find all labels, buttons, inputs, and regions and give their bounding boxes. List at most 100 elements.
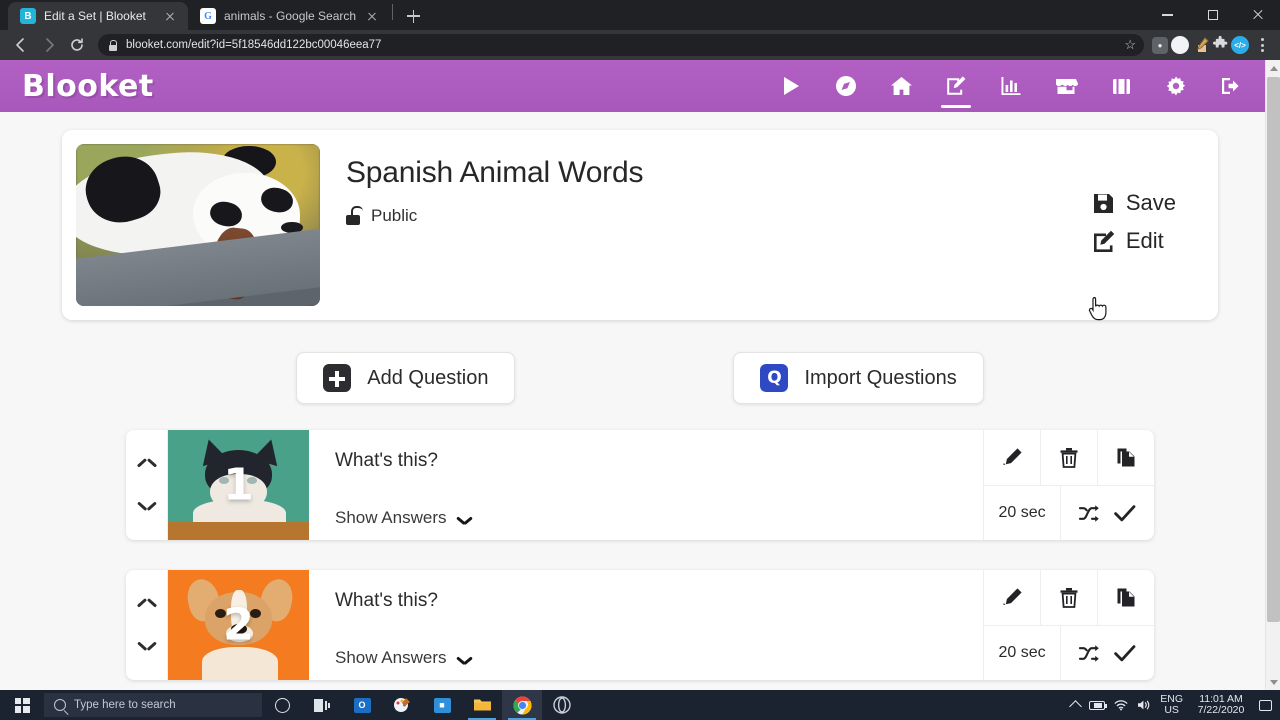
nav-home[interactable] xyxy=(884,64,918,108)
add-question-button[interactable]: Add Question xyxy=(296,352,516,404)
profile-avatar-icon[interactable] xyxy=(1171,36,1189,54)
move-up-icon[interactable] xyxy=(138,462,156,472)
minimize-button[interactable] xyxy=(1145,0,1190,30)
delete-question-button[interactable] xyxy=(1040,570,1097,625)
move-down-icon[interactable] xyxy=(138,498,156,508)
trash-icon xyxy=(1060,448,1078,468)
set-header-card: Spanish Animal Words Public Save Edit xyxy=(62,130,1218,320)
google-favicon-icon: G xyxy=(200,8,216,24)
volume-icon[interactable] xyxy=(1137,699,1151,711)
duplicate-question-button[interactable] xyxy=(1097,570,1154,625)
question-thumbnail-dog[interactable]: 2 xyxy=(168,570,309,680)
chrome-menu-icon[interactable] xyxy=(1252,38,1272,52)
tab-separator xyxy=(392,4,394,20)
question-time[interactable]: 20 sec xyxy=(984,626,1060,680)
puzzle-extension-icon[interactable] xyxy=(1212,35,1228,54)
page-title: Spanish Animal Words xyxy=(346,156,644,189)
taskbar-search[interactable]: Type here to search xyxy=(44,693,262,717)
blooket-logo[interactable]: Blooket xyxy=(22,69,154,104)
back-arrow-icon[interactable] xyxy=(8,32,34,58)
address-bar[interactable]: blooket.com/edit?id=5f18546dd122bc00046e… xyxy=(98,34,1144,56)
nav-settings[interactable] xyxy=(1159,64,1193,108)
show-hidden-icons-icon[interactable] xyxy=(1069,700,1083,713)
file-explorer-button[interactable] xyxy=(462,690,502,720)
close-icon[interactable] xyxy=(364,8,380,24)
edit-question-button[interactable] xyxy=(984,430,1040,485)
tab-strip: B Edit a Set | Blooket G animals - Googl… xyxy=(0,0,1280,30)
duplicate-question-button[interactable] xyxy=(1097,430,1154,485)
notifications-icon[interactable] xyxy=(1259,699,1272,711)
visibility-row: Public xyxy=(346,206,1204,226)
forward-arrow-icon xyxy=(36,32,62,58)
task-view-button[interactable] xyxy=(302,690,342,720)
chrome-button[interactable] xyxy=(502,690,542,720)
nav-stats[interactable] xyxy=(994,64,1028,108)
edit-button[interactable]: Edit xyxy=(1092,228,1176,254)
tab-edit-a-set[interactable]: B Edit a Set | Blooket xyxy=(8,2,188,30)
check-icon xyxy=(1114,644,1136,661)
show-answers-toggle[interactable]: Show Answers xyxy=(335,648,983,668)
reload-icon[interactable] xyxy=(64,32,90,58)
clock[interactable]: 11:01 AM 7/22/2020 xyxy=(1192,692,1250,717)
store-button[interactable]: ■ xyxy=(422,690,462,720)
nav-blooks[interactable] xyxy=(1104,64,1138,108)
scroll-up-icon[interactable] xyxy=(1266,60,1280,76)
question-thumbnail-cat[interactable]: 1 xyxy=(168,430,309,540)
plus-square-icon xyxy=(323,364,352,392)
show-answers-label: Show Answers xyxy=(335,648,447,667)
quizlet-q-icon: Q xyxy=(760,364,789,392)
save-button[interactable]: Save xyxy=(1092,190,1176,216)
move-down-icon[interactable] xyxy=(138,638,156,648)
delete-question-button[interactable] xyxy=(1040,430,1097,485)
cortana-icon xyxy=(274,697,290,713)
tab-animals-google-search[interactable]: G animals - Google Search xyxy=(188,2,390,30)
cortana-button[interactable] xyxy=(262,690,302,720)
question-body: What's this? Show Answers xyxy=(309,430,984,540)
new-tab-button[interactable] xyxy=(399,2,427,30)
page-scrollbar[interactable] xyxy=(1265,60,1280,690)
system-tray: ENG US 11:01 AM 7/22/2020 xyxy=(1069,692,1280,717)
blooket-favicon-icon: B xyxy=(20,8,36,24)
region-code: US xyxy=(1164,704,1179,716)
import-questions-label: Import Questions xyxy=(804,366,957,389)
close-icon[interactable] xyxy=(162,8,178,24)
edit-label: Edit xyxy=(1125,228,1164,253)
language-indicator[interactable]: ENG US xyxy=(1160,693,1183,717)
maximize-button[interactable] xyxy=(1190,0,1235,30)
scrollbar-thumb[interactable] xyxy=(1267,77,1280,622)
scroll-down-icon[interactable] xyxy=(1266,674,1280,690)
show-answers-toggle[interactable]: Show Answers xyxy=(335,508,983,528)
check-icon xyxy=(1114,504,1136,521)
outlook-button[interactable]: O xyxy=(342,690,382,720)
chevron-down-icon xyxy=(457,654,472,663)
set-cover-image[interactable] xyxy=(76,144,320,306)
start-button[interactable] xyxy=(0,690,44,720)
battery-icon[interactable] xyxy=(1089,700,1108,710)
question-time[interactable]: 20 sec xyxy=(984,486,1060,540)
clock-time: 11:01 AM xyxy=(1199,692,1243,705)
lastpass-icon[interactable]: ● xyxy=(1152,36,1168,54)
lock-icon xyxy=(108,39,118,51)
import-questions-button[interactable]: Q Import Questions xyxy=(733,352,984,404)
tab-title: animals - Google Search xyxy=(224,9,357,23)
nav-market[interactable] xyxy=(1049,64,1083,108)
edit-question-button[interactable] xyxy=(984,570,1040,625)
nav-logout[interactable] xyxy=(1214,64,1248,108)
tab-title: Edit a Set | Blooket xyxy=(44,9,146,23)
nav-discover[interactable] xyxy=(829,64,863,108)
add-question-label: Add Question xyxy=(367,366,489,389)
bookmark-star-icon[interactable]: ☆ xyxy=(1124,37,1136,53)
unlock-icon xyxy=(346,206,363,225)
wifi-icon[interactable] xyxy=(1114,699,1128,711)
trash-icon xyxy=(1060,588,1078,608)
opera-button[interactable] xyxy=(542,690,582,720)
move-up-icon[interactable] xyxy=(138,602,156,612)
windows-taskbar: Type here to search O ■ ENG US 11:01 AM … xyxy=(0,690,1280,720)
close-window-button[interactable] xyxy=(1235,0,1280,30)
paint-icon xyxy=(394,698,410,712)
pencil-box-extension-icon[interactable] xyxy=(1192,36,1210,54)
paint-button[interactable] xyxy=(382,690,422,720)
code-extension-icon[interactable]: </> xyxy=(1231,36,1249,54)
nav-edit[interactable] xyxy=(939,64,973,108)
nav-play[interactable] xyxy=(774,64,808,108)
